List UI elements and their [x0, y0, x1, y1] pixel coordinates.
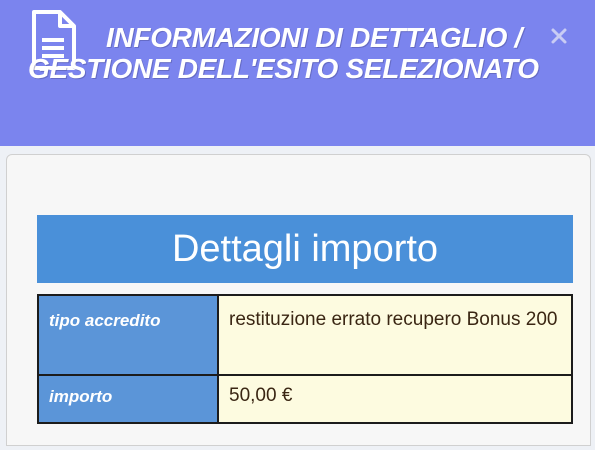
- importo-value: 50,00 €: [217, 374, 573, 424]
- dialog-header: INFORMAZIONI DI DETTAGLIO / GESTIONE DEL…: [0, 0, 595, 146]
- details-table: tipo accredito restituzione errato recup…: [37, 294, 573, 424]
- close-icon[interactable]: [549, 26, 569, 46]
- dialog-title: INFORMAZIONI DI DETTAGLIO / GESTIONE DEL…: [28, 22, 539, 84]
- dialog-content: Dettagli importo tipo accredito restituz…: [6, 154, 591, 446]
- table-row: tipo accredito restituzione errato recup…: [37, 294, 573, 376]
- card-heading: Dettagli importo: [37, 215, 573, 283]
- importo-label: importo: [37, 374, 219, 424]
- table-row: importo 50,00 €: [37, 374, 573, 424]
- tipo-accredito-label: tipo accredito: [37, 294, 219, 376]
- tipo-accredito-value: restituzione errato recupero Bonus 200: [217, 294, 573, 376]
- detail-dialog: INFORMAZIONI DI DETTAGLIO / GESTIONE DEL…: [0, 0, 595, 450]
